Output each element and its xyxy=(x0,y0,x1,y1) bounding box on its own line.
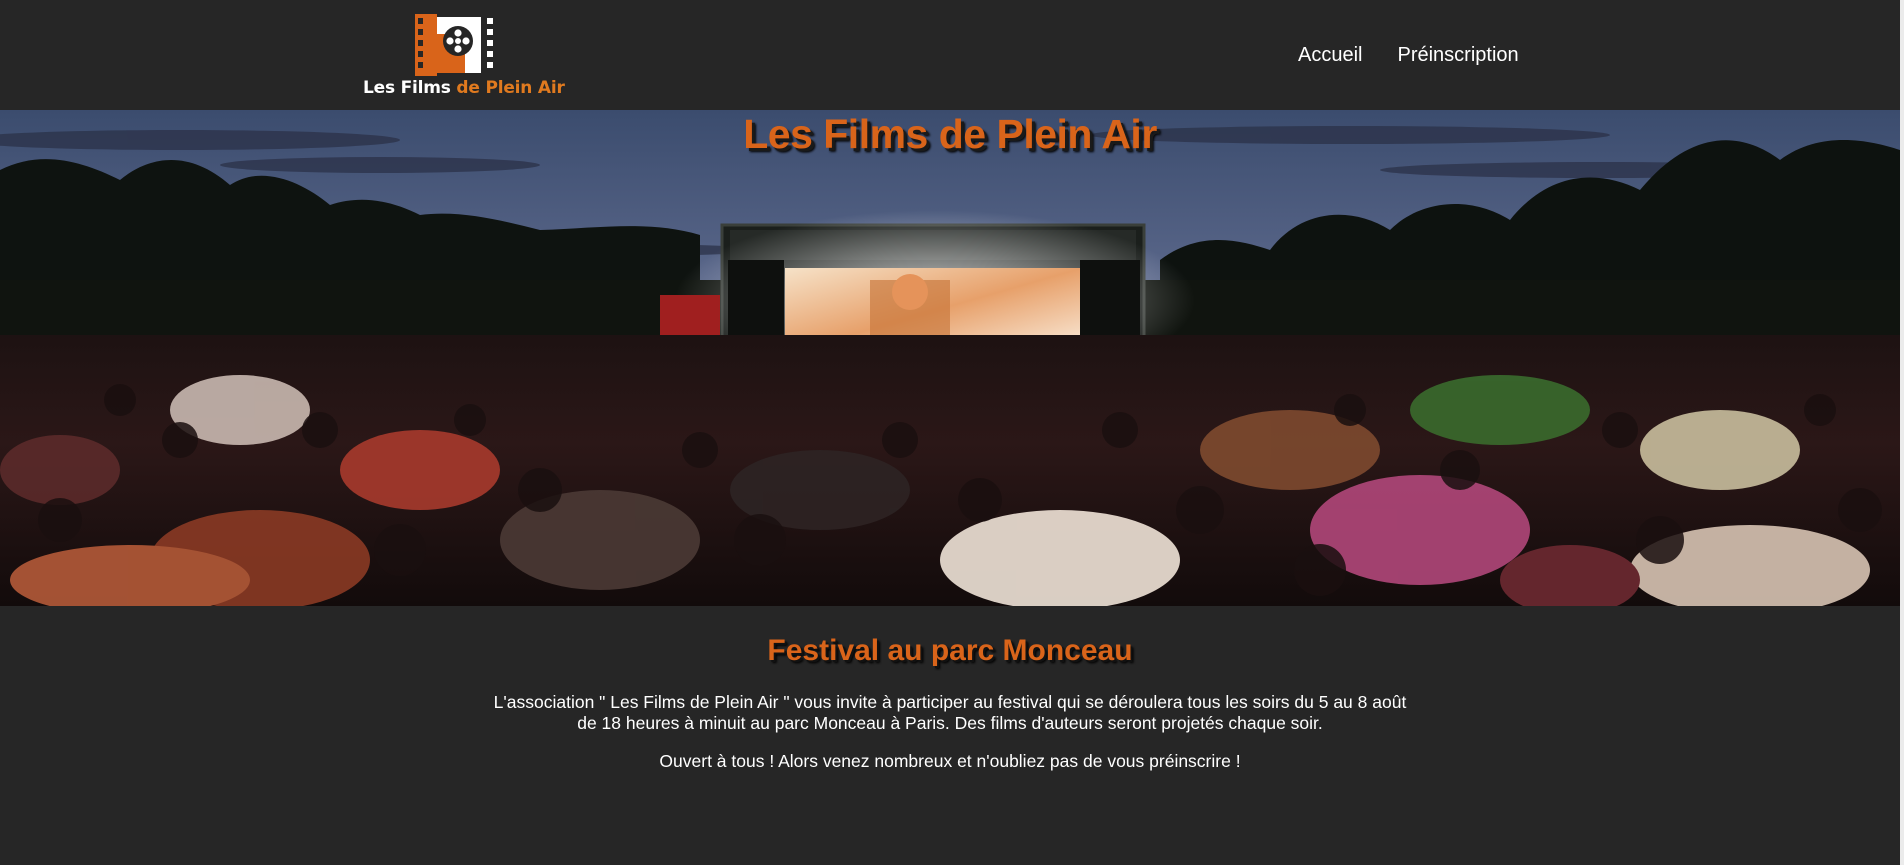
main-nav: Accueil Préinscription xyxy=(1298,43,1519,67)
intro-paragraph: L'association " Les Films de Plein Air "… xyxy=(493,692,1407,733)
section-title: Festival au parc Monceau xyxy=(767,634,1133,667)
page: Les Films de Plein Air Accueil Préinscri… xyxy=(0,0,1904,865)
hero-banner: Les Films de Plein Air xyxy=(0,110,1900,606)
logo-text-primary: Les Films xyxy=(363,78,451,98)
scrollbar[interactable] xyxy=(1900,0,1904,865)
cta-text: Ouvert à tous ! Alors venez nombreux et … xyxy=(659,751,1241,771)
nav-link-preinscription[interactable]: Préinscription xyxy=(1397,43,1518,67)
logo-text-accent: de Plein Air xyxy=(456,78,565,98)
nav-link-accueil[interactable]: Accueil xyxy=(1298,43,1362,67)
main-content: Festival au parc Monceau L'association "… xyxy=(0,606,1900,772)
site-logo[interactable]: Les Films de Plein Air xyxy=(363,14,565,104)
hero-image-outdoor-cinema xyxy=(0,110,1900,606)
hero-title: Les Films de Plein Air xyxy=(743,111,1157,157)
film-reel-icon xyxy=(415,14,499,76)
site-header: Les Films de Plein Air Accueil Préinscri… xyxy=(0,0,1904,110)
logo-text: Les Films de Plein Air xyxy=(363,78,565,98)
